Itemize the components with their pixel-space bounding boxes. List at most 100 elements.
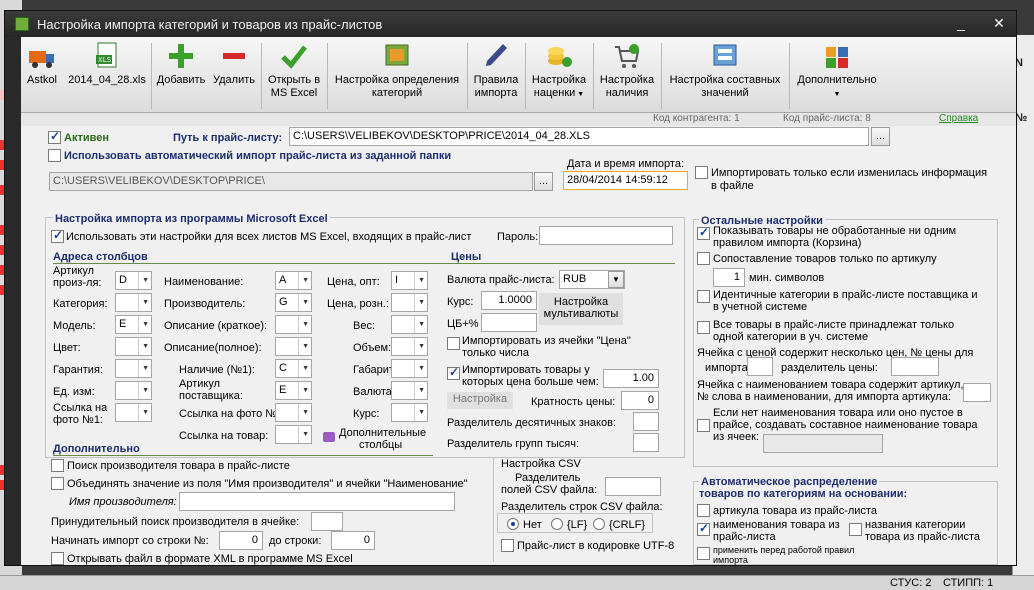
model-select[interactable]: E	[115, 315, 152, 334]
price-number-input[interactable]	[747, 357, 773, 376]
truck-icon	[29, 51, 54, 68]
rate-input[interactable]: 1.0000	[481, 291, 537, 310]
same-categories-label-1: Идентичные категории в прайс-листе поста…	[713, 289, 978, 301]
markup-label-2: наценки	[533, 87, 576, 99]
field-sep-input[interactable]	[605, 477, 661, 496]
auto-dist-title-2: товаров по категориям на основании:	[699, 488, 908, 500]
desc-full-select[interactable]	[275, 337, 312, 356]
use-all-sheets-checkbox[interactable]	[51, 228, 64, 243]
article-select[interactable]: D	[115, 271, 152, 290]
photo2-select[interactable]	[275, 403, 312, 422]
price-opt-select[interactable]: I	[391, 271, 428, 290]
merge-checkbox[interactable]	[51, 477, 64, 490]
price-sep-input[interactable]	[891, 357, 939, 376]
path-input[interactable]: C:\USERS\VELIBEKOV\DESKTOP\PRICE\2014_04…	[289, 127, 869, 146]
article-label-1: Артикул	[53, 265, 95, 277]
thousand-sep-input[interactable]	[633, 433, 659, 452]
multiplicity-input[interactable]: 0	[621, 391, 659, 410]
start-row-input[interactable]: 0	[219, 531, 263, 550]
producer-name-input[interactable]	[179, 492, 455, 511]
warranty-select[interactable]	[115, 359, 152, 378]
extra-columns-label-1[interactable]: Дополнительные	[339, 427, 426, 439]
one-category-checkbox[interactable]	[697, 321, 710, 334]
composite-values-button[interactable]: Настройка составных значений	[663, 41, 787, 111]
cb-input[interactable]	[481, 313, 537, 332]
name-label: Наименование:	[164, 276, 244, 288]
stock1-select[interactable]: C	[275, 359, 312, 378]
stock-label-1: Настройка	[599, 74, 655, 86]
photo1-select[interactable]	[115, 403, 152, 422]
open-excel-button[interactable]: Открыть в MS Excel	[263, 41, 325, 111]
product-link-select[interactable]	[275, 425, 312, 444]
forced-search-input[interactable]	[311, 512, 343, 531]
astkol-label: Astkol	[27, 74, 57, 86]
import-over-input[interactable]: 1.00	[603, 369, 659, 388]
delete-button[interactable]: Удалить	[209, 41, 259, 111]
composite-name-input[interactable]	[763, 434, 883, 453]
browse-path-button[interactable]: ...	[871, 127, 890, 146]
unit-select[interactable]	[115, 381, 152, 400]
search-producer-checkbox[interactable]	[51, 459, 64, 472]
row-sep-none-radio[interactable]	[507, 518, 519, 530]
name-select[interactable]: A	[275, 271, 312, 290]
import-price-cell-checkbox[interactable]	[447, 337, 460, 350]
to-row-input[interactable]: 0	[331, 531, 375, 550]
show-unprocessed-checkbox[interactable]	[697, 225, 710, 240]
row-sep-lf-radio[interactable]	[551, 518, 563, 530]
file-button[interactable]: XLS 2014_04_28.xls	[67, 41, 147, 111]
datetime-input[interactable]: 28/04/2014 14:59:12	[563, 171, 688, 190]
import-over-checkbox[interactable]	[447, 365, 460, 380]
import-rules-button[interactable]: Правила импорта	[469, 41, 523, 111]
dist-apply-label-2: импорта	[713, 555, 748, 565]
auto-import-checkbox[interactable]	[48, 149, 61, 162]
markup-label-1: Настройка	[531, 74, 587, 86]
close-button[interactable]: ✕	[991, 15, 1007, 31]
detect-categories-button[interactable]: Настройка определения категорий	[329, 41, 465, 111]
markup-button[interactable]: Настройка наценки ▼	[527, 41, 591, 111]
rate-col-select[interactable]	[391, 403, 428, 422]
stock-label-2: наличия	[605, 87, 649, 99]
extra-button[interactable]: Дополнительно ▼	[791, 41, 883, 111]
currency-col-select[interactable]	[391, 381, 428, 400]
open-xml-checkbox[interactable]	[51, 552, 64, 565]
weight-select[interactable]	[391, 315, 428, 334]
row-sep-crlf-radio[interactable]	[593, 518, 605, 530]
pl-currency-dropdown[interactable]: ▼	[608, 271, 624, 288]
supplier-article-select[interactable]: E	[275, 381, 312, 400]
only-changed-checkbox[interactable]	[695, 166, 708, 179]
password-input[interactable]	[539, 226, 673, 245]
astkol-button[interactable]: Astkol	[25, 41, 59, 111]
category-select[interactable]	[115, 293, 152, 312]
composite-name-checkbox[interactable]	[697, 419, 710, 432]
dist-apply-checkbox[interactable]	[697, 547, 710, 560]
name-article-input[interactable]	[963, 383, 991, 402]
desc-short-select[interactable]	[275, 315, 312, 334]
folder-input[interactable]: C:\USERS\VELIBEKOV\DESKTOP\PRICE\	[49, 172, 533, 191]
multi-currency-button[interactable]: Настройка мультивалюты	[539, 293, 623, 325]
volume-select[interactable]	[391, 337, 428, 356]
stock-button[interactable]: Настройка наличия	[595, 41, 659, 111]
decimal-sep-input[interactable]	[633, 412, 659, 431]
browse-folder-button[interactable]: ...	[534, 172, 553, 191]
color-select[interactable]	[115, 337, 152, 356]
same-categories-checkbox[interactable]	[697, 290, 710, 303]
minimize-button[interactable]: _	[953, 15, 969, 31]
min-chars-input[interactable]: 1	[713, 268, 745, 287]
auto-dist-title-1: Автоматическое распределение	[699, 476, 880, 488]
composite-icon	[713, 44, 737, 66]
help-link[interactable]: Справка	[939, 113, 978, 124]
match-article-checkbox[interactable]	[697, 252, 710, 265]
add-button[interactable]: Добавить	[155, 41, 207, 111]
dist-article-checkbox[interactable]	[697, 504, 710, 517]
producer-select[interactable]: G	[275, 293, 312, 312]
row-sep-lf-label: {LF}	[567, 519, 588, 531]
stock1-label: Наличие (№1):	[179, 364, 255, 376]
active-checkbox[interactable]	[48, 129, 61, 144]
dist-cat-names-checkbox[interactable]	[849, 523, 862, 536]
extra-columns-label-2[interactable]: столбцы	[359, 439, 402, 451]
dimensions-select[interactable]	[391, 359, 428, 378]
price-retail-select[interactable]	[391, 293, 428, 312]
utf8-checkbox[interactable]	[501, 539, 514, 552]
dist-name-checkbox[interactable]	[697, 521, 710, 536]
setup-button[interactable]: Настройка	[447, 392, 513, 409]
